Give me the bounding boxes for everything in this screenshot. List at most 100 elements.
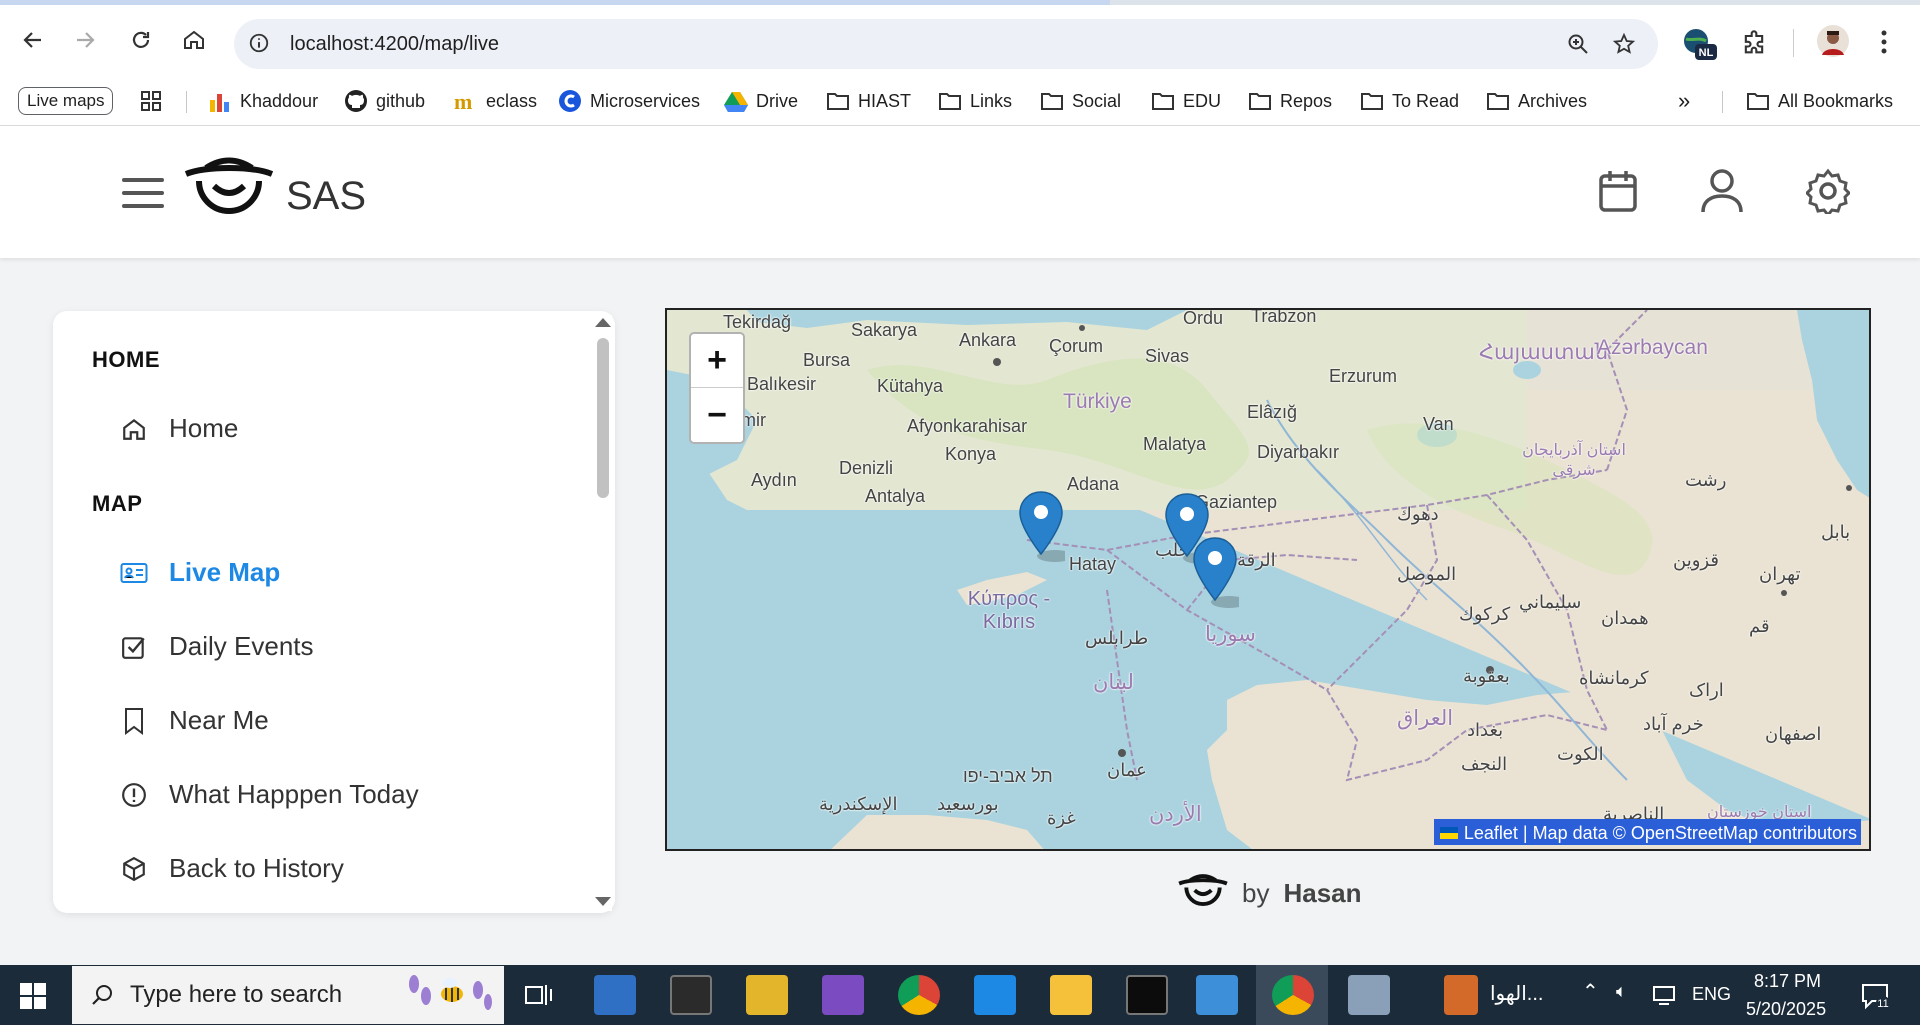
folder-icon xyxy=(1747,93,1769,110)
bookmark-icon xyxy=(119,706,149,736)
speaker-icon[interactable]: 🔈︎ xyxy=(1616,981,1627,1002)
map-label: عمان xyxy=(1107,760,1147,780)
map-label: النجف xyxy=(1461,754,1508,774)
virtualbox-app-icon[interactable] xyxy=(594,975,636,1015)
map-label: لبنان xyxy=(1093,671,1134,694)
profile-avatar[interactable] xyxy=(1817,25,1849,62)
bookmark-live-maps[interactable]: Live maps xyxy=(18,87,114,115)
site-info-icon[interactable] xyxy=(248,32,270,59)
bookmark-eclass[interactable]: m eclass xyxy=(454,88,537,114)
home-icon xyxy=(119,414,149,444)
hamburger-menu-icon[interactable] xyxy=(122,178,164,208)
sidebar-item-daily-events[interactable]: Daily Events xyxy=(119,631,314,662)
live-map[interactable]: Tekirdağ Sakarya Ankara Çorum Ordu Trabz… xyxy=(665,308,1871,851)
app-header: SAS xyxy=(0,126,1920,258)
remote-desktop-app-icon[interactable] xyxy=(1348,975,1390,1015)
scroll-up-arrow-icon[interactable] xyxy=(595,318,611,327)
chrome-app-icon[interactable] xyxy=(898,975,940,1015)
calendar-icon[interactable] xyxy=(1598,168,1638,219)
folder-icon xyxy=(939,93,961,110)
apps-grid-icon[interactable] xyxy=(140,88,162,114)
map-attribution[interactable]: Leaflet | Map data © OpenStreetMap contr… xyxy=(1433,819,1861,845)
arabic-app-icon[interactable] xyxy=(1444,975,1478,1015)
bookmark-folder-links[interactable]: Links xyxy=(938,88,1012,114)
sidebar-scroll-thumb[interactable] xyxy=(597,338,609,498)
bookmark-folder-to-read[interactable]: To Read xyxy=(1360,88,1459,114)
control-panel-app-icon[interactable] xyxy=(1196,975,1238,1015)
svg-text:11: 11 xyxy=(1877,998,1888,1010)
chevron-up-icon[interactable]: ⌃ xyxy=(1582,979,1599,1004)
sidebar-item-back-to-history[interactable]: Back to History xyxy=(119,853,344,884)
sidebar-item-home[interactable]: Home xyxy=(119,413,238,444)
map-label: Türkiye xyxy=(1063,390,1132,413)
bookmark-khaddour[interactable]: Khaddour xyxy=(208,88,318,114)
bookmark-folder-social[interactable]: Social xyxy=(1040,88,1121,114)
settings-gear-icon[interactable] xyxy=(1804,168,1852,219)
bookmark-github[interactable]: github xyxy=(344,88,425,114)
map-label: Tekirdağ xyxy=(723,312,792,332)
bee-lavender-icon xyxy=(409,975,492,1010)
zoom-icon[interactable] xyxy=(1566,32,1590,61)
alert-circle-icon xyxy=(119,780,149,810)
bookmark-folder-repos[interactable]: Repos xyxy=(1248,88,1332,114)
vpn-extension-icon[interactable]: NL xyxy=(1682,27,1718,66)
file-explorer-app-icon[interactable] xyxy=(1050,975,1092,1015)
svg-text:NL: NL xyxy=(1699,47,1714,59)
sidebar-item-live-map[interactable]: Live Map xyxy=(119,557,280,588)
windows-start-icon[interactable] xyxy=(20,983,46,1014)
url-text[interactable]: localhost:4200/map/live xyxy=(290,33,499,56)
map-label: العراق xyxy=(1397,707,1454,730)
bookmark-folder-hiast[interactable]: HIAST xyxy=(826,88,911,114)
map-label: Denizli xyxy=(839,458,894,478)
user-icon[interactable] xyxy=(1700,168,1744,219)
address-bar[interactable]: localhost:4200/map/live xyxy=(234,19,1658,69)
scroll-down-arrow-icon[interactable] xyxy=(595,897,611,906)
cmd-app-icon[interactable] xyxy=(1126,975,1168,1015)
forward-arrow-icon[interactable] xyxy=(72,27,98,53)
map-label: الإسكندرية xyxy=(819,794,898,814)
language-indicator[interactable]: ENG xyxy=(1692,984,1731,1005)
map-tiles xyxy=(667,310,1869,849)
terminal-app-icon[interactable] xyxy=(670,975,712,1015)
arabic-app-label[interactable]: الهوا... xyxy=(1490,981,1543,1006)
more-menu-icon[interactable] xyxy=(1880,29,1888,60)
sidebar-item-near-me[interactable]: Near Me xyxy=(119,705,269,736)
taskbar-search[interactable]: Type here to search xyxy=(72,966,504,1024)
all-bookmarks-folder[interactable]: All Bookmarks xyxy=(1746,88,1893,114)
sas-logo[interactable] xyxy=(184,156,274,231)
map-marker-icon[interactable] xyxy=(1191,536,1247,612)
bookmark-drive[interactable]: Drive xyxy=(724,88,798,114)
svg-text:m: m xyxy=(454,89,472,113)
map-marker-icon[interactable] xyxy=(1017,490,1073,566)
zoom-out-button[interactable]: − xyxy=(691,388,743,442)
map-label: الرقة xyxy=(1237,550,1276,570)
map-label: بورسعيد xyxy=(937,794,999,814)
reload-icon[interactable] xyxy=(128,27,154,53)
sidebar-item-what-happen-today[interactable]: What Happpen Today xyxy=(119,779,419,810)
visual-studio-app-icon[interactable] xyxy=(822,975,864,1015)
bookmark-folder-edu[interactable]: EDU xyxy=(1151,88,1221,114)
sql-app-icon[interactable] xyxy=(746,975,788,1015)
map-label: Ordu xyxy=(1183,308,1224,328)
map-label: Kütahya xyxy=(877,376,944,396)
network-icon[interactable] xyxy=(1652,985,1676,1010)
map-zoom-control: + − xyxy=(689,332,745,444)
brand-name[interactable]: SAS xyxy=(286,174,366,219)
map-label: Balıkesir xyxy=(747,374,817,394)
chrome-profile-app-icon[interactable] xyxy=(1272,975,1314,1015)
bookmark-folder-archives[interactable]: Archives xyxy=(1486,88,1587,114)
bookmark-microservices[interactable]: Microservices xyxy=(558,88,700,114)
back-arrow-icon[interactable] xyxy=(20,27,46,53)
more-bookmarks-chevron-icon[interactable]: » xyxy=(1678,88,1690,114)
zoom-in-button[interactable]: + xyxy=(691,334,743,388)
extensions-puzzle-icon[interactable] xyxy=(1740,29,1768,62)
vscode-app-icon[interactable] xyxy=(974,975,1016,1015)
bookmark-star-icon[interactable] xyxy=(1612,32,1636,61)
notifications-icon[interactable]: 11 xyxy=(1860,981,1890,1016)
map-label: Sakarya xyxy=(851,320,918,340)
clock-date[interactable]: 5/20/2025 xyxy=(1746,999,1826,1020)
task-view-icon[interactable] xyxy=(524,981,554,1014)
home-icon[interactable] xyxy=(181,27,207,53)
clock-time[interactable]: 8:17 PM xyxy=(1754,971,1821,992)
section-title-map: MAP xyxy=(92,491,143,516)
